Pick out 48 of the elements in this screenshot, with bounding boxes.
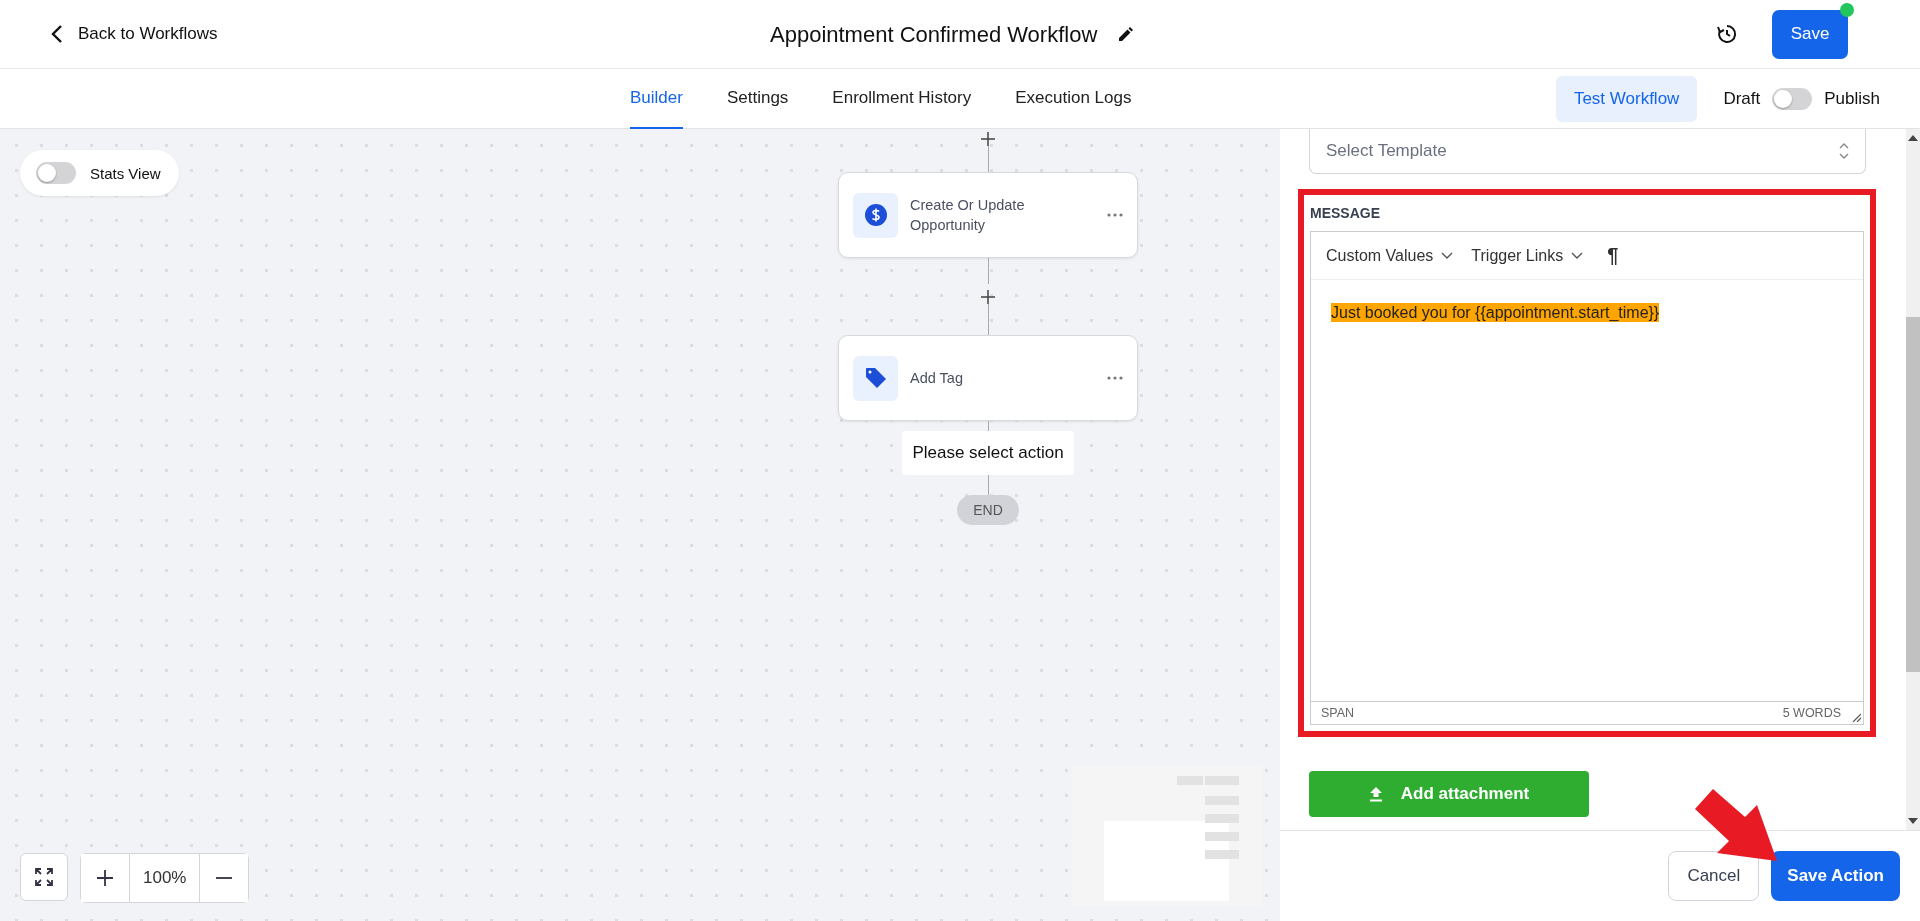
- element-path: SPAN: [1321, 706, 1355, 720]
- test-workflow-button[interactable]: Test Workflow: [1555, 75, 1698, 122]
- more-icon[interactable]: [1107, 213, 1123, 217]
- save-action-button[interactable]: Save Action: [1771, 851, 1900, 901]
- chevron-down-icon: [1441, 251, 1454, 260]
- workflow-title: Appointment Confirmed Workflow: [770, 21, 1098, 48]
- message-editor[interactable]: Custom Values Trigger Links ¶ Just booked you for {{appointment.start_time}} SPAN 5 WORDS: [1310, 231, 1864, 725]
- message-label: MESSAGE: [1310, 204, 1381, 223]
- plus-icon: [97, 870, 113, 886]
- publish-label: Publish: [1824, 88, 1880, 109]
- scroll-down-icon[interactable]: [1908, 818, 1918, 824]
- scroll-up-icon[interactable]: [1908, 135, 1918, 141]
- save-button[interactable]: Save: [1772, 9, 1848, 59]
- tag-icon: [864, 367, 887, 389]
- back-link[interactable]: Back to Workflows: [50, 24, 218, 44]
- publish-toggle[interactable]: [1772, 87, 1813, 110]
- add-step-icon[interactable]: [981, 290, 995, 304]
- toolbar-dropdown[interactable]: Trigger Links: [1471, 246, 1584, 265]
- upload-icon: [1368, 786, 1383, 802]
- template-select[interactable]: Select Template: [1309, 128, 1866, 174]
- toolbar-dropdown[interactable]: Custom Values: [1326, 246, 1454, 265]
- tab[interactable]: Execution Logs: [1015, 69, 1132, 129]
- chevron-down-icon: [1571, 251, 1584, 260]
- minus-icon: [216, 877, 233, 879]
- stats-view-toggle[interactable]: Stats View: [20, 150, 179, 196]
- tab[interactable]: Enrollment History: [832, 69, 972, 129]
- resize-grip-icon[interactable]: [1852, 713, 1861, 722]
- paragraph-button[interactable]: ¶: [1607, 244, 1619, 267]
- add-step-icon[interactable]: [981, 132, 995, 146]
- end-marker: END: [957, 495, 1019, 525]
- more-icon[interactable]: [1107, 376, 1123, 380]
- pencil-icon[interactable]: [1117, 26, 1134, 43]
- word-count: 5 WORDS: [1782, 706, 1841, 720]
- history-icon[interactable]: [1716, 23, 1738, 45]
- scrollbar[interactable]: [1906, 129, 1920, 830]
- action-node[interactable]: Create Or Update Opportunity: [838, 172, 1138, 258]
- message-text: Just booked you for {{appointment.start_time}}: [1331, 303, 1660, 322]
- action-node[interactable]: Add Tag: [838, 335, 1138, 421]
- draft-label: Draft: [1723, 88, 1761, 109]
- dollar-icon: [864, 204, 887, 226]
- cancel-button[interactable]: Cancel: [1668, 851, 1760, 901]
- toggle-switch[interactable]: [36, 162, 76, 184]
- chevron-left-icon: [50, 24, 64, 44]
- fit-view-button[interactable]: [20, 853, 68, 901]
- tab[interactable]: Settings: [726, 69, 789, 129]
- expand-icon: [35, 868, 53, 886]
- select-action-label[interactable]: Please select action: [902, 431, 1074, 475]
- sort-icon: [1839, 142, 1849, 159]
